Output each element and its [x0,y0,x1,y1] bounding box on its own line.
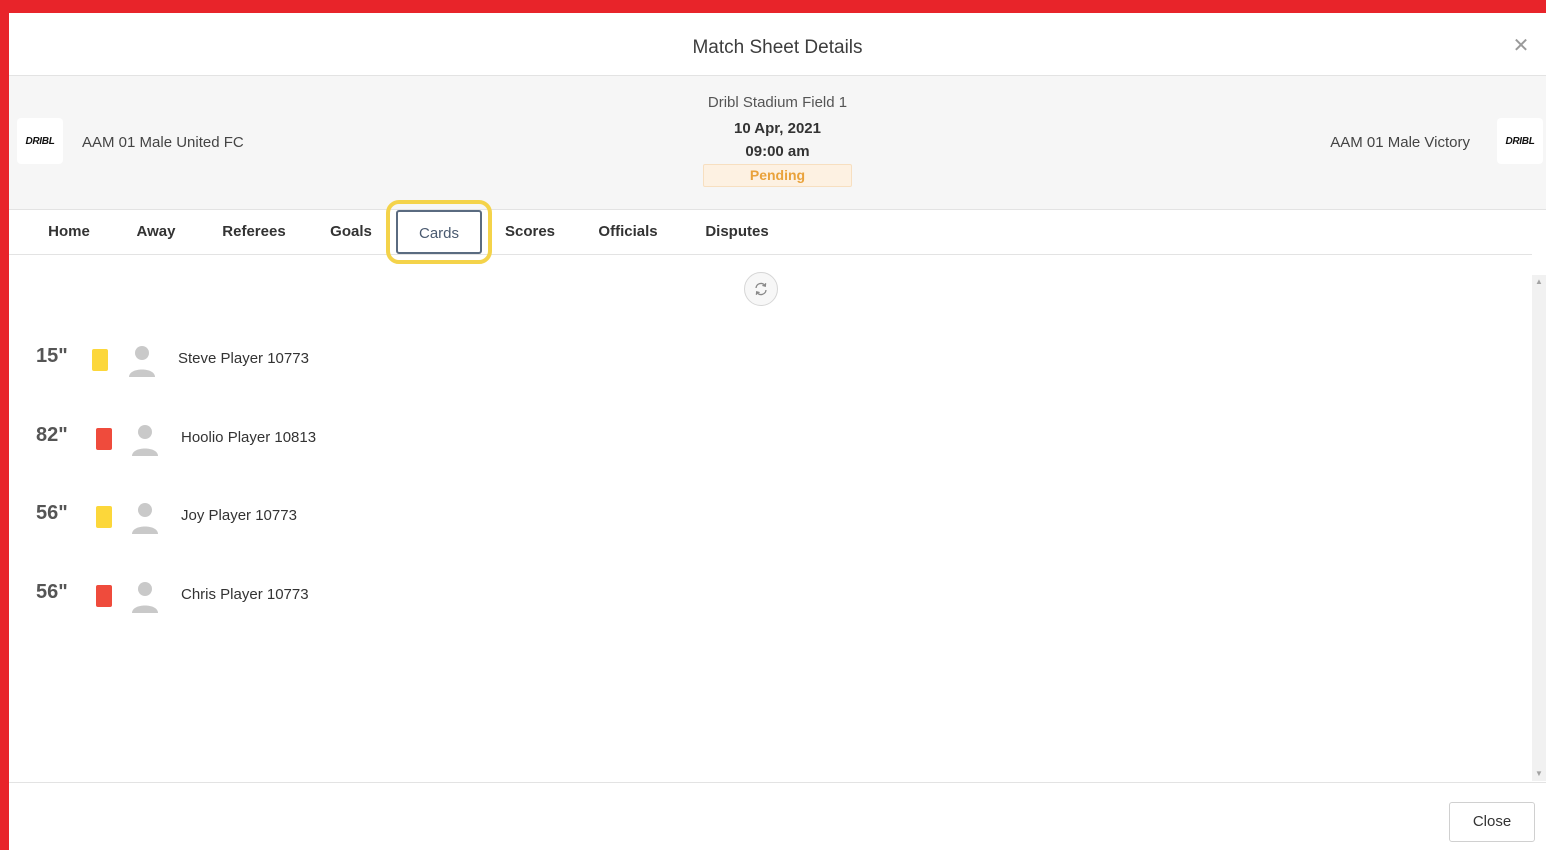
tab-away[interactable]: Away [127,210,185,254]
cards-panel: 15" Steve Player 10773 82" Hoolio Player… [9,255,1532,782]
modal-header: Match Sheet Details ✕ [9,13,1546,76]
modal-title: Match Sheet Details [692,37,863,58]
tab-referees[interactable]: Referees [213,210,295,254]
red-card-icon [96,585,112,607]
avatar-icon [129,346,155,377]
yellow-card-icon [92,349,108,371]
card-minute: 56" [36,502,68,524]
match-banner: DRIBL AAM 01 Male United FC Dribl Stadiu… [9,76,1546,210]
close-icon[interactable]: ✕ [1512,36,1530,56]
tab-home[interactable]: Home [35,210,103,254]
modal-footer: Close [9,782,1546,850]
tab-officials[interactable]: Officials [590,210,666,254]
card-minute: 15" [36,345,68,367]
tab-cards[interactable]: Cards [386,200,492,264]
tab-bar: Home Away Referees Goals Cards Scores Of… [9,200,1532,264]
match-sheet-modal: Match Sheet Details ✕ DRIBL AAM 01 Male … [9,13,1546,850]
player-name: Steve Player 10773 [178,350,309,367]
card-minute: 56" [36,581,68,603]
scroll-up-icon[interactable]: ▲ [1532,275,1546,289]
tab-goals[interactable]: Goals [324,210,378,254]
tab-disputes[interactable]: Disputes [697,210,777,254]
refresh-button[interactable] [744,272,778,306]
red-card-icon [96,428,112,450]
status-badge: Pending [703,164,852,187]
match-time: 09:00 am [745,143,810,160]
avatar-icon [132,582,158,613]
player-name: Hoolio Player 10813 [181,429,317,446]
yellow-card-icon [96,506,112,528]
avatar-icon [132,503,158,534]
player-name: Chris Player 10773 [181,586,309,603]
match-info: Dribl Stadium Field 1 10 Apr, 2021 09:00… [9,76,1546,187]
card-minute: 82" [36,424,68,446]
avatar-icon [132,425,158,456]
tab-scores[interactable]: Scores [499,210,561,254]
venue: Dribl Stadium Field 1 [707,94,848,111]
refresh-icon [755,282,767,296]
close-button[interactable]: Close [1449,802,1535,842]
match-date: 10 Apr, 2021 [733,120,821,137]
scrollbar[interactable]: ▲ ▼ [1532,275,1546,781]
away-team-logo: DRIBL [1497,118,1543,164]
scroll-down-icon[interactable]: ▼ [1532,767,1546,781]
away-team-name: AAM 01 Male Victory [1330,134,1470,151]
player-name: Joy Player 10773 [181,507,297,524]
